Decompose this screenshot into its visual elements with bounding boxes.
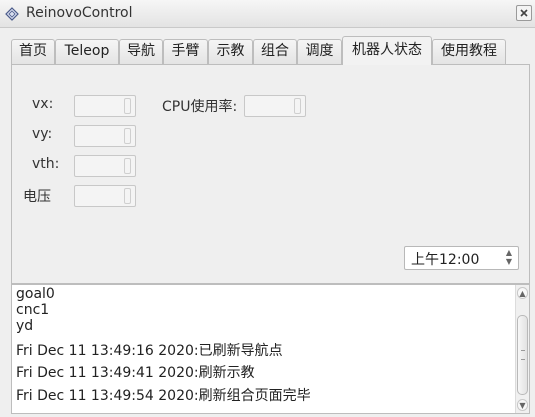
vx-spinbox[interactable] bbox=[74, 95, 136, 117]
vth-label: vth: bbox=[32, 156, 60, 172]
tab-label: 调度 bbox=[305, 43, 334, 59]
spin-arrows-icon bbox=[124, 158, 131, 174]
close-icon bbox=[520, 9, 528, 17]
log-output[interactable]: goal0 cnc1 yd Fri Dec 11 13:49:16 2020:已… bbox=[11, 284, 530, 414]
tab-teaching[interactable]: 示教 bbox=[208, 39, 253, 64]
spin-arrows-icon bbox=[124, 98, 131, 114]
cpu-spinbox[interactable] bbox=[244, 95, 306, 117]
chevron-up-icon[interactable]: ▲ bbox=[502, 248, 516, 257]
tab-label: 导航 bbox=[127, 43, 155, 59]
cpu-label: CPU使用率: bbox=[162, 99, 238, 115]
vy-label: vy: bbox=[32, 126, 53, 142]
tab-scheduling[interactable]: 调度 bbox=[297, 39, 342, 64]
close-button[interactable] bbox=[516, 5, 532, 21]
log-line: Fri Dec 11 13:49:54 2020:刷新组合页面完毕 bbox=[16, 388, 311, 404]
log-line: Fri Dec 11 13:49:16 2020:已刷新导航点 bbox=[16, 343, 283, 359]
window-title: ReinovoControl bbox=[26, 5, 133, 21]
spin-arrows-icon bbox=[124, 128, 131, 144]
time-spin-arrows[interactable]: ▲ ▼ bbox=[502, 248, 516, 268]
tab-label: 首页 bbox=[19, 43, 47, 59]
robot-status-panel: vx: CPU使用率: vy: vth: 电压 上午12:00 ▲ ▼ bbox=[11, 64, 530, 284]
time-value: 上午12:00 bbox=[411, 252, 480, 268]
log-line: goal0 bbox=[16, 286, 55, 302]
voltage-spinbox[interactable] bbox=[74, 185, 136, 207]
time-edit[interactable]: 上午12:00 ▲ ▼ bbox=[404, 246, 519, 270]
scroll-up-icon[interactable]: ▲ bbox=[517, 287, 528, 299]
vth-spinbox[interactable] bbox=[74, 155, 136, 177]
tab-label: 组合 bbox=[261, 43, 289, 59]
scroll-down-icon[interactable]: ▼ bbox=[517, 399, 528, 411]
tab-label: 机器人状态 bbox=[352, 42, 422, 58]
vx-label: vx: bbox=[32, 96, 54, 112]
log-line: Fri Dec 11 13:49:41 2020:刷新示教 bbox=[16, 365, 255, 381]
scrollbar-thumb[interactable] bbox=[517, 315, 528, 395]
app-diamond-icon bbox=[5, 7, 19, 21]
log-line: yd bbox=[16, 318, 34, 334]
tab-navigation[interactable]: 导航 bbox=[119, 39, 163, 64]
tab-combination[interactable]: 组合 bbox=[253, 39, 297, 64]
tab-robot-status[interactable]: 机器人状态 bbox=[342, 36, 432, 65]
tab-label: 使用教程 bbox=[441, 43, 497, 59]
grip-icon bbox=[521, 350, 525, 360]
voltage-label: 电压 bbox=[23, 189, 51, 205]
tab-label: 手臂 bbox=[171, 43, 200, 59]
tab-label: 示教 bbox=[216, 43, 245, 59]
vy-spinbox[interactable] bbox=[74, 125, 136, 147]
log-scrollbar[interactable]: ▲ ▼ bbox=[515, 285, 529, 413]
spin-arrows-icon bbox=[124, 188, 131, 204]
window-titlebar: ReinovoControl bbox=[0, 0, 535, 28]
tab-tutorial[interactable]: 使用教程 bbox=[432, 39, 506, 64]
tab-label: Teleop bbox=[64, 43, 110, 59]
log-line: cnc1 bbox=[16, 302, 50, 318]
tab-arm[interactable]: 手臂 bbox=[163, 39, 208, 64]
spin-arrows-icon bbox=[294, 98, 301, 114]
tab-teleop[interactable]: Teleop bbox=[55, 39, 119, 64]
chevron-down-icon[interactable]: ▼ bbox=[502, 257, 516, 266]
tab-home[interactable]: 首页 bbox=[11, 39, 55, 64]
